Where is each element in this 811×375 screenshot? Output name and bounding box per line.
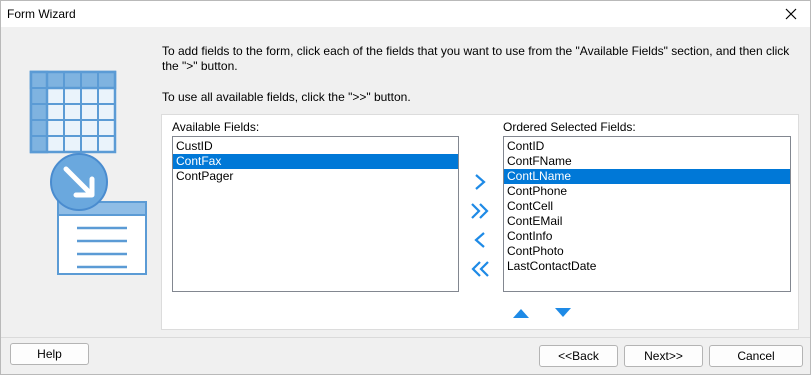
list-item[interactable]: ContPhoto <box>504 244 790 259</box>
instructions-add-fields: To add fields to the form, click each of… <box>162 44 790 73</box>
window-title: Form Wizard <box>7 7 76 21</box>
close-icon <box>785 8 797 20</box>
list-item[interactable]: ContEMail <box>504 214 790 229</box>
list-item[interactable]: ContLName <box>504 169 790 184</box>
remove-all-fields-button[interactable] <box>467 257 493 281</box>
double-chevron-right-icon <box>471 203 489 219</box>
triangle-down-icon <box>555 308 571 317</box>
footer-divider <box>1 337 810 338</box>
help-button[interactable]: Help <box>10 343 89 365</box>
list-item[interactable]: CustID <box>173 139 458 154</box>
double-chevron-left-icon <box>471 261 489 277</box>
instructions-add-all: To use all available fields, click the "… <box>162 90 411 104</box>
chevron-left-icon <box>474 232 485 248</box>
back-button[interactable]: <<Back <box>539 345 618 367</box>
available-fields-list[interactable]: CustID ContFax ContPager <box>172 136 459 292</box>
list-item[interactable]: ContInfo <box>504 229 790 244</box>
ordered-fields-list[interactable]: ContID ContFName ContLName ContPhone ContCel… <box>503 136 791 292</box>
instructions: To add fields to the form, click each of… <box>162 44 802 105</box>
list-item[interactable]: ContFax <box>173 154 458 169</box>
form-wizard-illustration-icon <box>29 70 147 275</box>
chevron-right-icon <box>475 174 486 190</box>
close-button[interactable] <box>776 2 806 26</box>
list-item[interactable]: ContPhone <box>504 184 790 199</box>
form-wizard-window: Form Wizard To add fields to the form, c… <box>0 0 811 375</box>
dialog-body: To add fields to the form, click each of… <box>1 27 810 374</box>
add-all-fields-button[interactable] <box>467 199 493 223</box>
list-item[interactable]: ContFName <box>504 154 790 169</box>
ordered-fields-label: Ordered Selected Fields: <box>503 120 636 134</box>
list-item[interactable]: ContID <box>504 139 790 154</box>
move-up-button[interactable] <box>508 301 534 325</box>
next-button[interactable]: Next>> <box>624 345 703 367</box>
title-bar: Form Wizard <box>1 1 810 27</box>
list-item[interactable]: LastContactDate <box>504 259 790 274</box>
add-field-button[interactable] <box>467 170 493 194</box>
move-down-button[interactable] <box>550 301 576 325</box>
list-item[interactable]: ContCell <box>504 199 790 214</box>
remove-field-button[interactable] <box>467 228 493 252</box>
triangle-up-icon <box>513 309 529 318</box>
list-item[interactable]: ContPager <box>173 169 458 184</box>
cancel-button[interactable]: Cancel <box>709 345 803 367</box>
field-selection-panel: Available Fields: CustID ContFax ContPager <box>161 114 799 330</box>
available-fields-label: Available Fields: <box>172 120 260 134</box>
